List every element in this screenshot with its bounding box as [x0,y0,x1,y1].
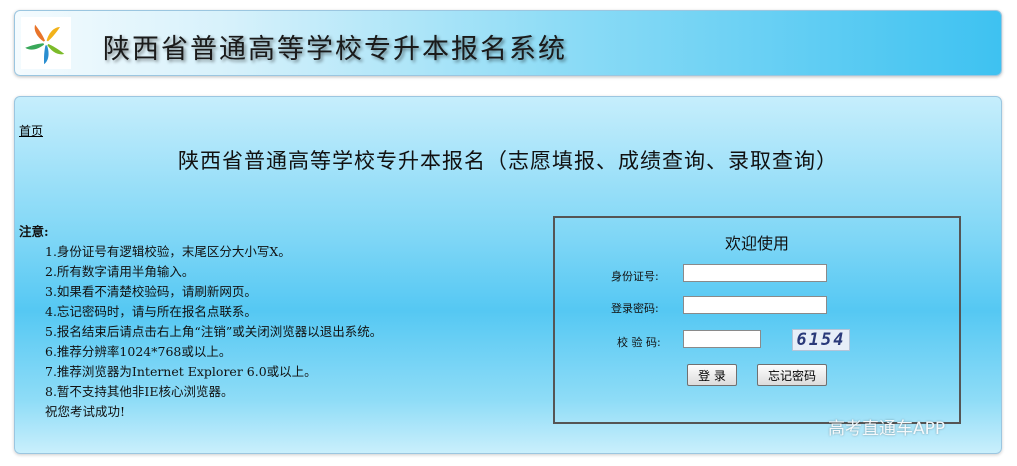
notice-item: 8.暂不支持其他非IE核心浏览器。 [45,384,234,399]
notice-section: 注意: 1.身份证号有逻辑校验，末尾区分大小写X。 2.所有数字请用半角输入。 … [19,221,382,422]
notice-item: 6.推荐分辨率1024*768或以上。 [45,344,232,359]
notice-item: 2.所有数字请用半角输入。 [45,264,195,279]
notice-item: 5.报名结束后请点击右上角“注销”或关闭浏览器以退出系统。 [45,324,383,339]
notice-list: 1.身份证号有逻辑校验，末尾区分大小写X。 2.所有数字请用半角输入。 3.如果… [19,242,382,422]
main-panel: 首页 陕西省普通高等学校专升本报名（志愿填报、成绩查询、录取查询） 注意: 1.… [14,96,1002,454]
password-input[interactable] [683,296,827,314]
forgot-password-button[interactable]: 忘记密码 [757,364,827,386]
notice-item: 4.忘记密码时，请与所在报名点联系。 [45,304,257,319]
watermark-text: 高考直通车APP [828,419,946,439]
notice-closing: 祝您考试成功! [45,404,126,419]
password-label: 登录密码: [611,302,659,315]
captcha-input[interactable] [683,330,761,348]
captcha-label: 校 验 码: [617,336,661,349]
notice-item: 7.推荐浏览器为Internet Explorer 6.0或以上。 [45,364,317,379]
login-title: 欢迎使用 [724,234,789,253]
notice-heading: 注意: [19,224,49,239]
captcha-image[interactable]: 6154 [792,329,850,351]
id-number-label: 身份证号: [611,270,659,283]
login-button[interactable]: 登 录 [687,364,737,386]
header-banner: 陕西省普通高等学校专升本报名系统 [14,10,1002,76]
notice-item: 3.如果看不清楚校验码，请刷新网页。 [45,284,257,299]
id-number-input[interactable] [683,264,827,282]
page-title: 陕西省普通高等学校专升本报名（志愿填报、成绩查询、录取查询） [178,149,838,173]
pinwheel-logo [21,17,71,69]
notice-item: 1.身份证号有逻辑校验，末尾区分大小写X。 [45,244,291,259]
system-title: 陕西省普通高等学校专升本报名系统 [103,34,567,65]
home-link[interactable]: 首页 [19,122,43,139]
login-form: 欢迎使用 身份证号: 登录密码: 校 验 码: 6154 登 录 忘记密码 [553,216,961,424]
